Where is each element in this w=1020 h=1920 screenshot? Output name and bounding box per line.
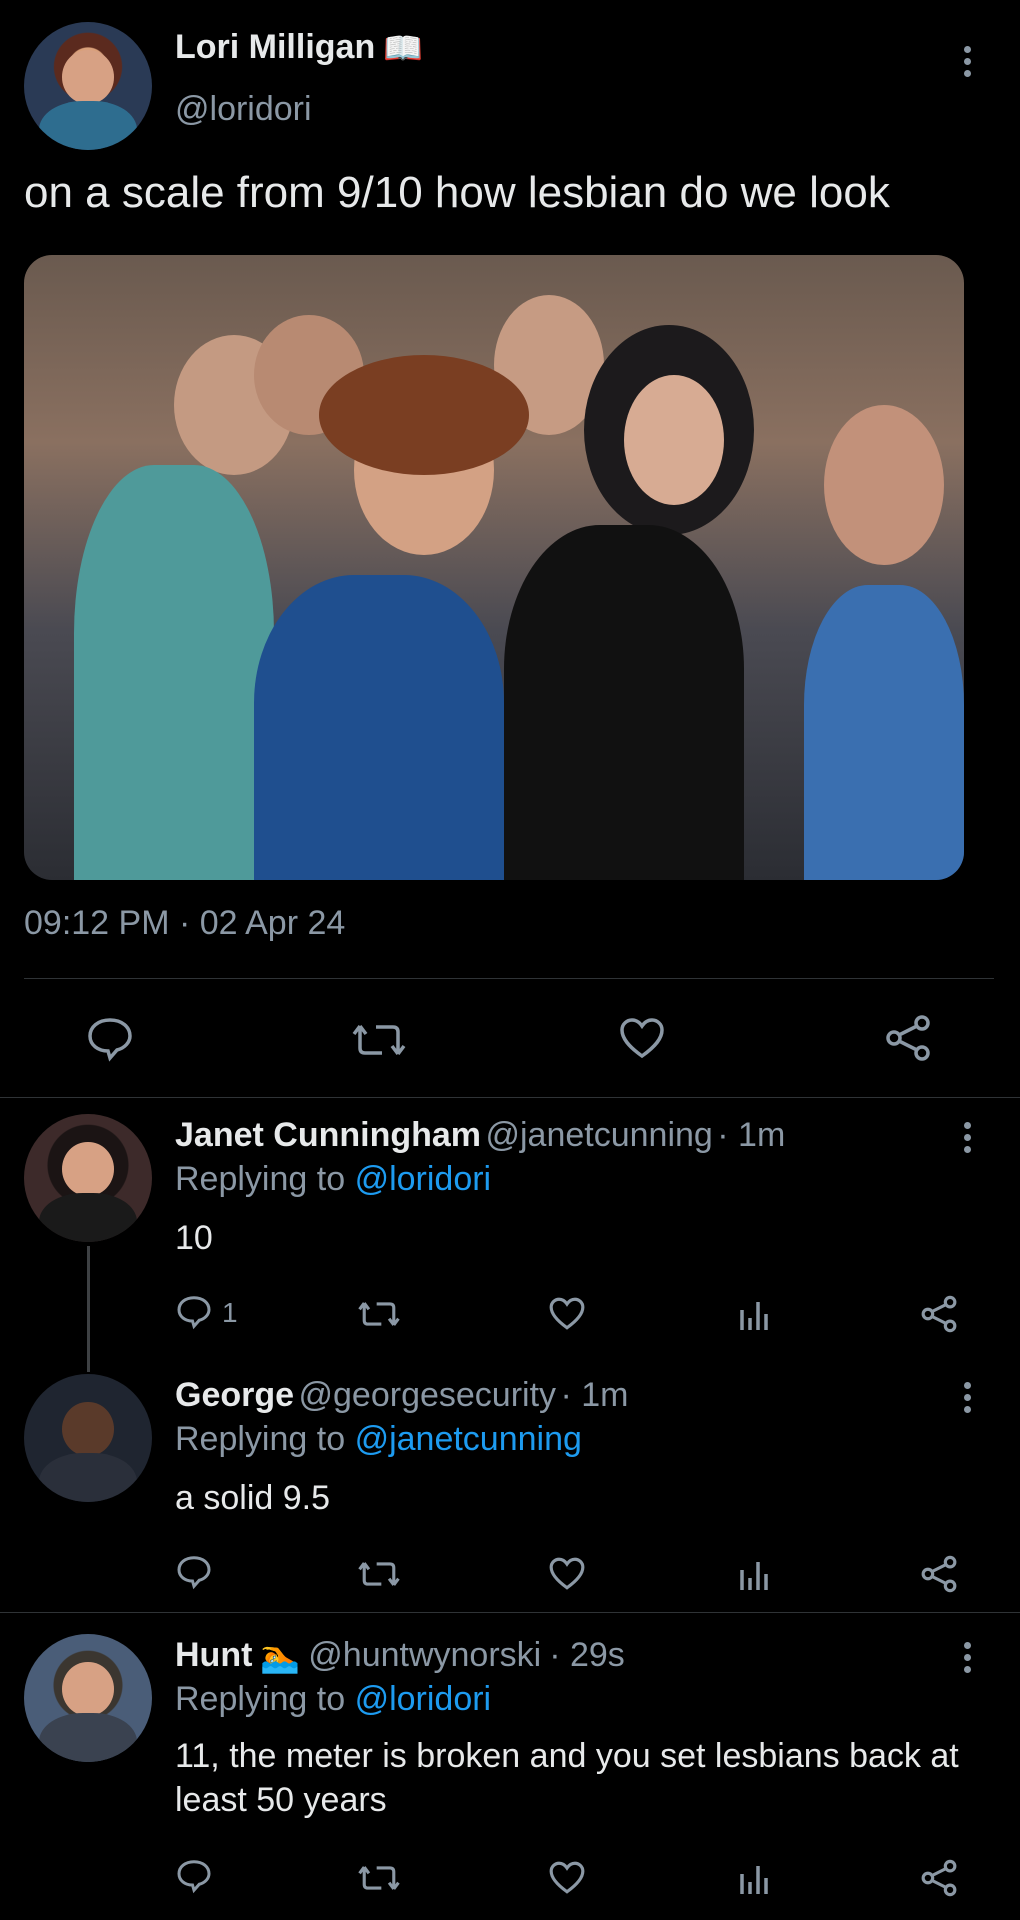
reply-header: Janet Cunningham @janetcunning · 1m (175, 1116, 785, 1155)
reply-name[interactable]: Janet Cunningham (175, 1116, 481, 1154)
views-icon[interactable] (738, 1296, 770, 1332)
replying-to: Replying to @loridori (175, 1680, 491, 1719)
divider (0, 1097, 1020, 1098)
more-icon[interactable] (964, 1642, 972, 1673)
reply-avatar[interactable] (24, 1114, 152, 1242)
reply-handle[interactable]: @georgesecurity (299, 1376, 557, 1414)
replying-mention[interactable]: @loridori (355, 1680, 492, 1718)
reply-name[interactable]: Hunt (175, 1636, 252, 1675)
reply-time[interactable]: · 1m (717, 1116, 785, 1154)
retweet-icon[interactable] (352, 1020, 406, 1060)
share-icon[interactable] (920, 1295, 958, 1333)
reply-avatar[interactable] (24, 1634, 152, 1762)
reply-text: a solid 9.5 (175, 1479, 330, 1517)
like-icon[interactable] (618, 1016, 666, 1060)
replying-label: Replying to (175, 1680, 346, 1718)
thread-line (87, 1246, 90, 1372)
retweet-icon[interactable] (358, 1298, 400, 1330)
divider (0, 1612, 1020, 1613)
like-icon[interactable] (548, 1296, 586, 1331)
comment-icon[interactable] (176, 1294, 212, 1330)
comment-icon[interactable] (86, 1016, 134, 1062)
like-icon[interactable] (548, 1860, 586, 1895)
replying-mention[interactable]: @loridori (355, 1160, 492, 1198)
reply-avatar[interactable] (24, 1374, 152, 1502)
tweet-timestamp[interactable]: 09:12 PM · 02 Apr 24 (24, 904, 345, 943)
reply-time[interactable]: · 29s (549, 1636, 625, 1675)
reply-handle[interactable]: @huntwynorski (308, 1636, 541, 1675)
replying-mention[interactable]: @janetcunning (355, 1420, 582, 1458)
share-icon[interactable] (920, 1555, 958, 1593)
swimmer-emoji: 🏊 (260, 1637, 301, 1674)
comment-icon[interactable] (176, 1554, 212, 1590)
replying-to: Replying to @loridori (175, 1160, 491, 1199)
author-avatar[interactable] (24, 22, 152, 150)
reply-count: 1 (222, 1297, 238, 1328)
replying-label: Replying to (175, 1420, 346, 1458)
tweet-photo[interactable] (24, 255, 964, 880)
reply-time[interactable]: · 1m (560, 1376, 628, 1414)
share-icon[interactable] (884, 1014, 932, 1062)
more-icon[interactable] (964, 1382, 972, 1413)
retweet-icon[interactable] (358, 1558, 400, 1590)
reply-text: 10 (175, 1219, 213, 1257)
book-emoji: 📖 (383, 29, 424, 66)
reply-header: George @georgesecurity · 1m (175, 1376, 628, 1415)
more-icon[interactable] (964, 46, 972, 77)
views-icon[interactable] (738, 1556, 770, 1592)
tweet-text: on a scale from 9/10 how lesbian do we l… (24, 168, 890, 217)
replying-label: Replying to (175, 1160, 346, 1198)
reply-handle[interactable]: @janetcunning (485, 1116, 712, 1154)
reply-text: 11, the meter is broken and you set lesb… (175, 1737, 959, 1819)
author-name[interactable]: Lori Milligan (175, 28, 375, 67)
retweet-icon[interactable] (358, 1862, 400, 1894)
divider (24, 978, 994, 979)
more-icon[interactable] (964, 1122, 972, 1153)
reply-header: Hunt 🏊 @huntwynorski · 29s (175, 1636, 625, 1675)
reply-name[interactable]: George (175, 1376, 294, 1414)
like-icon[interactable] (548, 1556, 586, 1591)
views-icon[interactable] (738, 1860, 770, 1896)
replying-to: Replying to @janetcunning (175, 1420, 582, 1459)
author-handle[interactable]: @loridori (175, 90, 312, 129)
author-header: Lori Milligan 📖 (175, 28, 423, 67)
share-icon[interactable] (920, 1859, 958, 1897)
comment-icon[interactable] (176, 1858, 212, 1894)
